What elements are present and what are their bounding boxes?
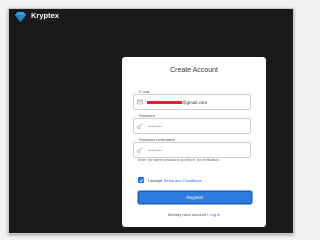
login-prompt: Already have account? Log in — [122, 212, 266, 217]
diamond-logo-icon — [15, 12, 26, 22]
card-title: Create Account — [170, 67, 218, 74]
password-confirm-label: Password confirmation — [138, 138, 177, 142]
terms-link[interactable]: Terms and Conditions — [163, 178, 202, 183]
email-value: @gmail.com — [147, 100, 207, 105]
app-window: Kryptex Create Account E-mail @gmail.com… — [8, 8, 294, 234]
terms-text: I accept Terms and Conditions — [148, 178, 202, 183]
redaction-mark — [147, 100, 182, 105]
email-label: E-mail — [138, 90, 151, 94]
login-prompt-text: Already have account? — [167, 212, 210, 217]
terms-checkbox[interactable] — [138, 177, 144, 183]
checkmark-icon — [139, 178, 144, 182]
password-label: Password — [138, 114, 156, 118]
email-domain: @gmail.com — [182, 99, 208, 105]
top-bar: Kryptex — [9, 9, 293, 25]
mail-icon — [137, 99, 143, 104]
key-icon — [137, 122, 143, 129]
password-masked: •••••••• — [148, 124, 163, 129]
key-icon — [137, 146, 143, 153]
login-link[interactable]: Log in — [209, 212, 220, 217]
terms-prefix: I accept — [148, 177, 164, 183]
password-confirm-field[interactable]: Password confirmation •••••••• — [133, 138, 251, 158]
password-confirm-masked: •••••••• — [148, 148, 163, 153]
email-field[interactable]: E-mail @gmail.com — [133, 90, 251, 110]
register-button[interactable]: Register — [138, 191, 252, 204]
password-hint: Enter the same password as before, for v… — [138, 158, 221, 162]
brand-name[interactable]: Kryptex — [31, 11, 59, 20]
password-field[interactable]: Password •••••••• — [133, 114, 251, 134]
register-card: Create Account E-mail @gmail.com Passwor… — [122, 57, 266, 227]
